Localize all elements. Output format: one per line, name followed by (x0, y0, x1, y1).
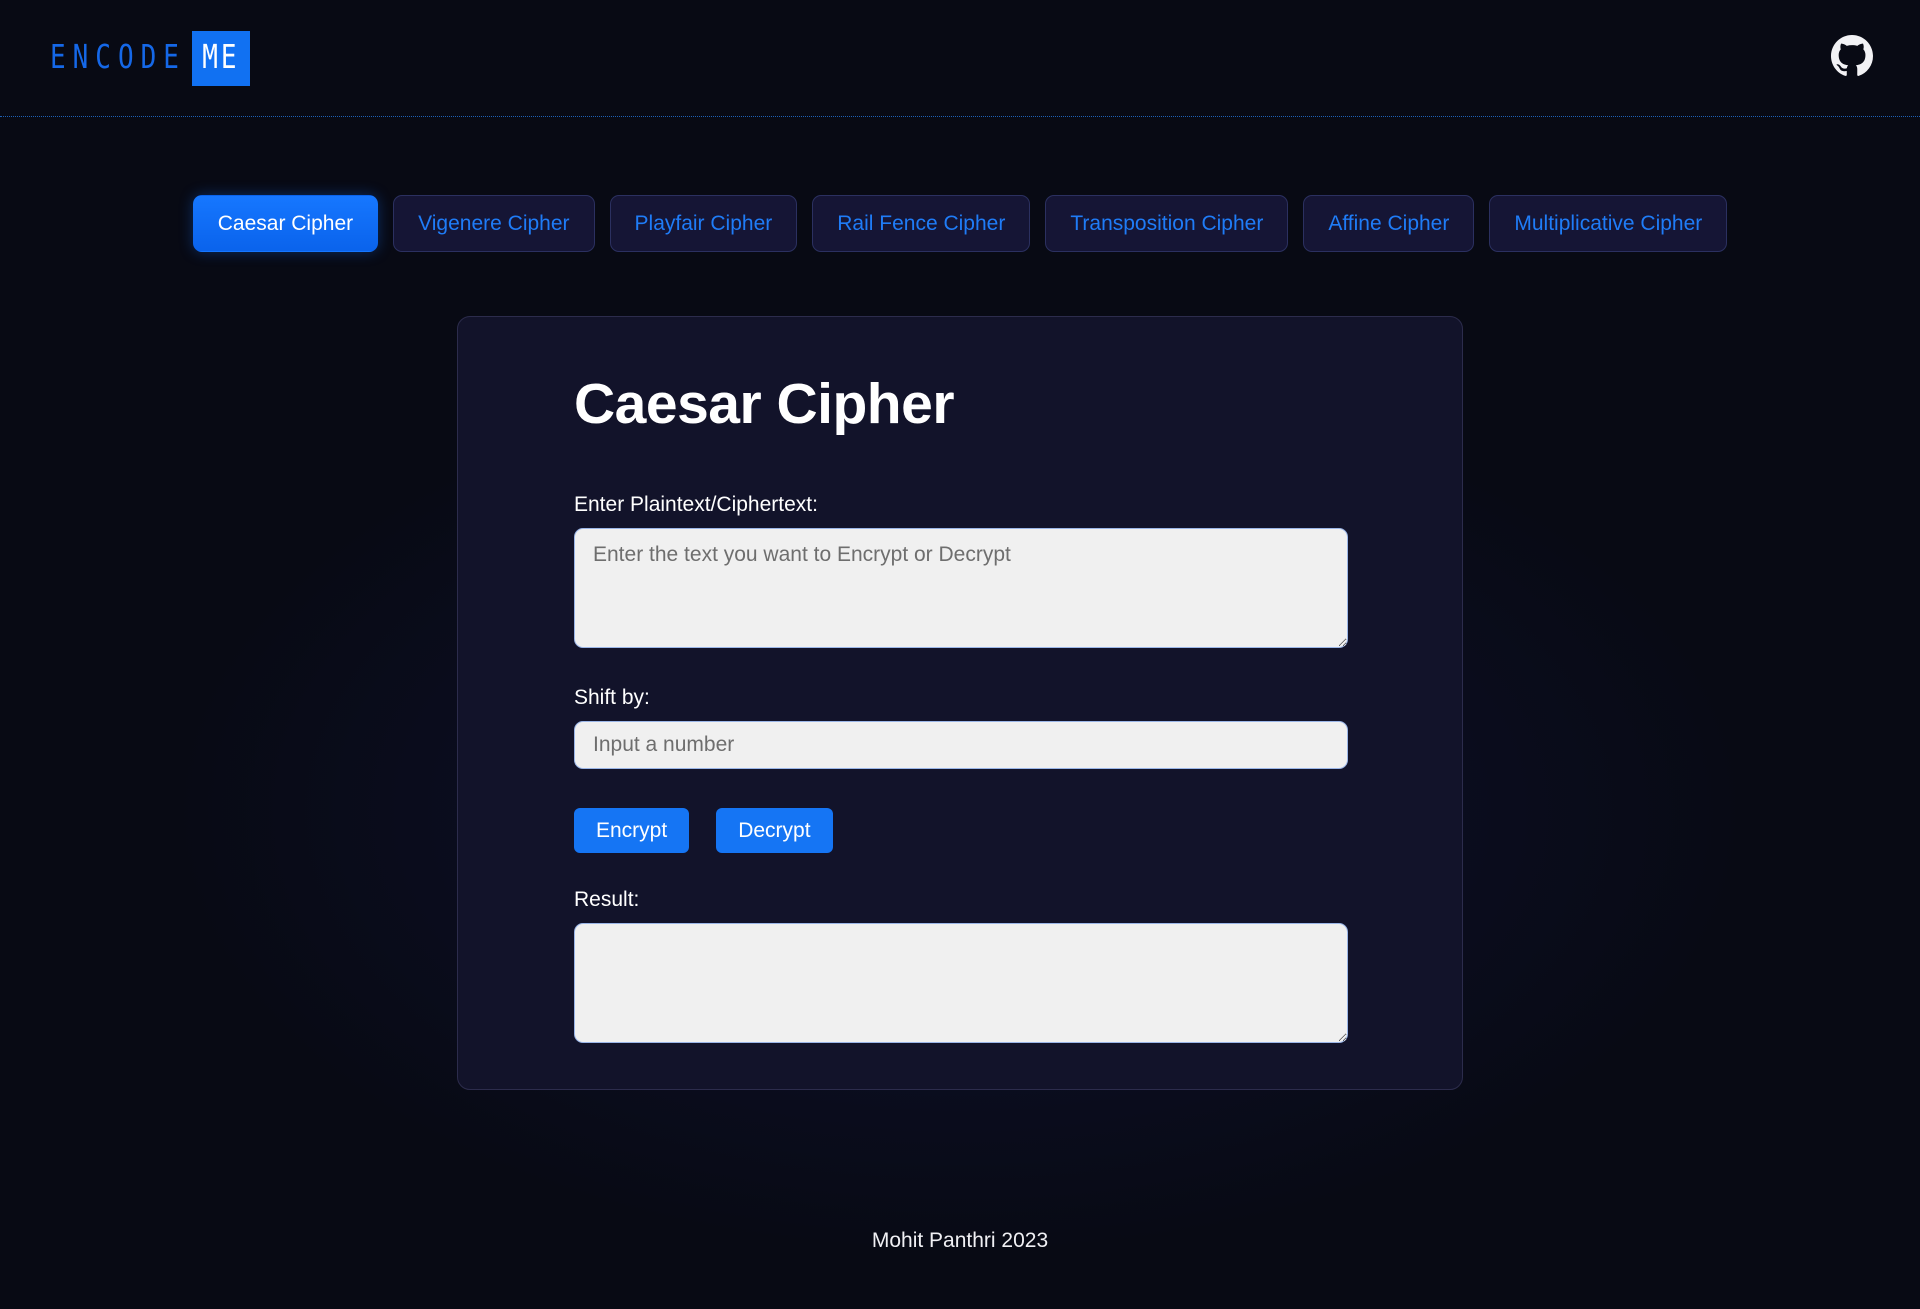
encrypt-button[interactable]: Encrypt (574, 808, 690, 854)
github-icon (1831, 34, 1873, 82)
cipher-card-wrapper: Caesar Cipher Enter Plaintext/Ciphertext… (0, 316, 1920, 1091)
tab-transposition-cipher[interactable]: Transposition Cipher (1045, 195, 1289, 252)
tab-playfair-cipher[interactable]: Playfair Cipher (609, 195, 798, 252)
brand-badge-label: ME (202, 39, 240, 77)
cipher-tabs: Caesar Cipher Vigenere Cipher Playfair C… (0, 195, 1920, 252)
tab-label: Rail Fence Cipher (837, 212, 1006, 235)
site-header: ENCODE ME (0, 0, 1920, 117)
brand-badge: ME (191, 30, 250, 86)
tab-label: Affine Cipher (1328, 212, 1450, 235)
tab-label: Vigenere Cipher (418, 212, 570, 235)
action-buttons: Encrypt Decrypt (574, 808, 1346, 854)
tab-rail-fence-cipher[interactable]: Rail Fence Cipher (812, 195, 1031, 252)
plaintext-label: Enter Plaintext/Ciphertext: (574, 492, 818, 516)
decrypt-button[interactable]: Decrypt (716, 808, 833, 854)
brand-word: ENCODE (50, 39, 186, 77)
plaintext-input[interactable] (574, 527, 1348, 648)
app-root: ENCODE ME Caesar Cipher Vigenere Cipher … (0, 0, 1920, 1309)
tab-multiplicative-cipher[interactable]: Multiplicative Cipher (1489, 195, 1728, 252)
tab-label: Caesar Cipher (217, 212, 354, 235)
footer-credit: Mohit Panthri 2023 (871, 1228, 1049, 1252)
tab-label: Transposition Cipher (1070, 212, 1264, 235)
brand-logo: ENCODE ME (48, 30, 250, 86)
shift-label: Shift by: (574, 685, 650, 709)
result-output[interactable] (574, 923, 1348, 1044)
github-link[interactable] (1830, 34, 1874, 82)
tab-caesar-cipher[interactable]: Caesar Cipher (192, 195, 379, 252)
tab-label: Multiplicative Cipher (1514, 212, 1703, 235)
result-label: Result: (574, 888, 640, 912)
tab-affine-cipher[interactable]: Affine Cipher (1303, 195, 1475, 252)
page-title: Caesar Cipher (574, 372, 955, 436)
site-footer: Mohit Panthri 2023 (0, 1228, 1920, 1309)
cipher-card: Caesar Cipher Enter Plaintext/Ciphertext… (457, 316, 1463, 1091)
tab-vigenere-cipher[interactable]: Vigenere Cipher (393, 195, 595, 252)
shift-input[interactable] (574, 721, 1348, 770)
tab-label: Playfair Cipher (634, 212, 773, 235)
